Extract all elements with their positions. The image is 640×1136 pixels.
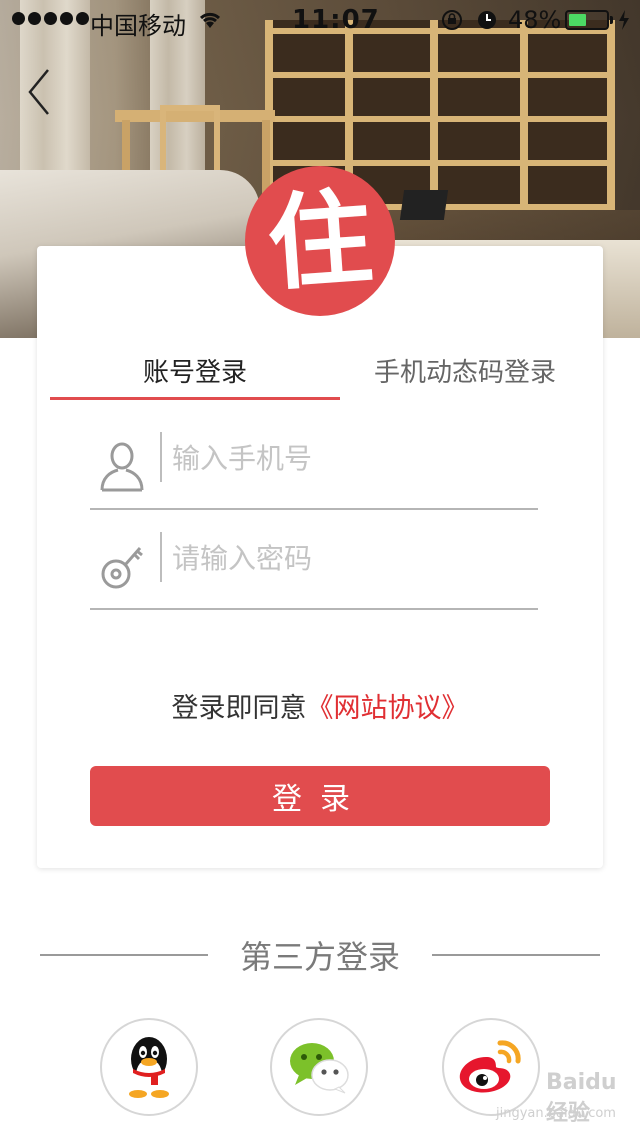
tab-account-login[interactable]: 账号登录	[50, 340, 340, 400]
signal-icon	[12, 12, 89, 25]
qq-icon	[129, 1037, 169, 1098]
wifi-icon	[199, 12, 221, 28]
clock: 11:07	[292, 5, 380, 35]
carrier-label: 中国移动	[90, 12, 186, 40]
tab-sms-code-login[interactable]: 手机动态码登录	[340, 340, 590, 400]
key-icon	[101, 547, 143, 589]
status-bar: 中国移动 11:07 48%	[0, 0, 640, 40]
watermark-url: jingyan.baidu.com	[496, 1106, 616, 1121]
login-button[interactable]: 登录	[90, 766, 550, 826]
alarm-icon	[478, 11, 496, 29]
login-tabs: 账号登录 手机动态码登录	[50, 340, 590, 400]
agreement-notice: 登录即同意《网站协议》	[0, 686, 640, 725]
battery-icon	[565, 10, 609, 30]
third-party-divider: 第三方登录	[40, 930, 600, 980]
charging-icon	[619, 10, 629, 30]
wechat-icon	[290, 1043, 349, 1094]
agreement-text: 登录即同意	[171, 693, 307, 724]
agreement-link[interactable]: 《网站协议》	[307, 693, 469, 724]
battery-percent: 48%	[508, 6, 562, 34]
password-input[interactable]	[172, 534, 532, 582]
phone-input[interactable]	[172, 434, 532, 482]
phone-field	[90, 420, 538, 510]
user-icon	[100, 442, 144, 492]
chevron-left-icon	[28, 69, 49, 115]
qq-login-button[interactable]	[100, 1018, 198, 1116]
app-logo: 住	[245, 166, 395, 316]
wechat-login-button[interactable]	[270, 1018, 368, 1116]
rotation-lock-icon	[442, 10, 462, 30]
battery-fill	[569, 14, 587, 26]
divider-line-right	[432, 954, 600, 956]
password-field	[90, 520, 538, 610]
logo-text: 住	[263, 175, 377, 306]
baidu-watermark: Baidu经验 jingyan.baidu.com	[496, 1070, 636, 1130]
back-button[interactable]	[22, 64, 62, 120]
